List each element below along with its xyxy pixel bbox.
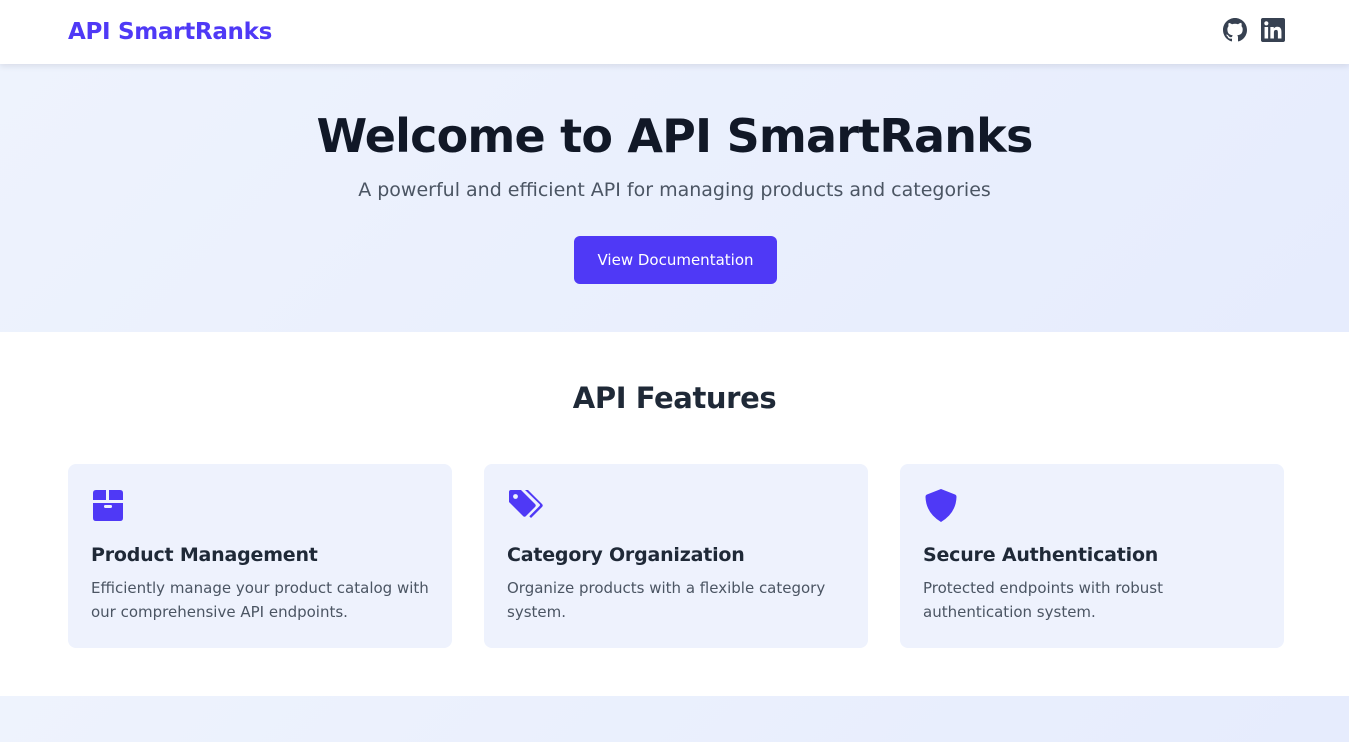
hero-subtitle: A powerful and efficient API for managin…: [358, 179, 991, 201]
view-documentation-button[interactable]: View Documentation: [574, 236, 777, 284]
feature-card-product-management: Product Management Efficiently manage yo…: [68, 464, 452, 648]
tags-icon: [509, 490, 543, 518]
linkedin-icon[interactable]: [1261, 18, 1285, 42]
hero-title: Welcome to API SmartRanks: [316, 109, 1033, 163]
feature-card-secure-authentication: Secure Authentication Protected endpoint…: [900, 464, 1284, 648]
hero-section: Welcome to API SmartRanks A powerful and…: [0, 64, 1349, 332]
feature-title: Product Management: [91, 544, 318, 566]
box-icon: [93, 490, 123, 521]
feature-description: Protected endpoints with robust authenti…: [923, 579, 1163, 621]
feature-title: Category Organization: [507, 544, 745, 566]
shield-icon: [925, 489, 957, 522]
features-section: API Features Product Management Efficien…: [0, 332, 1349, 696]
feature-title: Secure Authentication: [923, 544, 1159, 566]
feature-description: Organize products with a flexible catego…: [507, 579, 826, 621]
feature-description: Efficiently manage your product catalog …: [91, 579, 429, 621]
next-section-band: [0, 696, 1349, 742]
brand-logo-link[interactable]: API SmartRanks: [68, 16, 272, 48]
github-icon[interactable]: [1223, 18, 1247, 42]
navbar: API SmartRanks: [0, 0, 1349, 64]
feature-card-category-organization: Category Organization Organize products …: [484, 464, 868, 648]
features-heading: API Features: [572, 381, 777, 415]
social-links: [1223, 18, 1285, 42]
